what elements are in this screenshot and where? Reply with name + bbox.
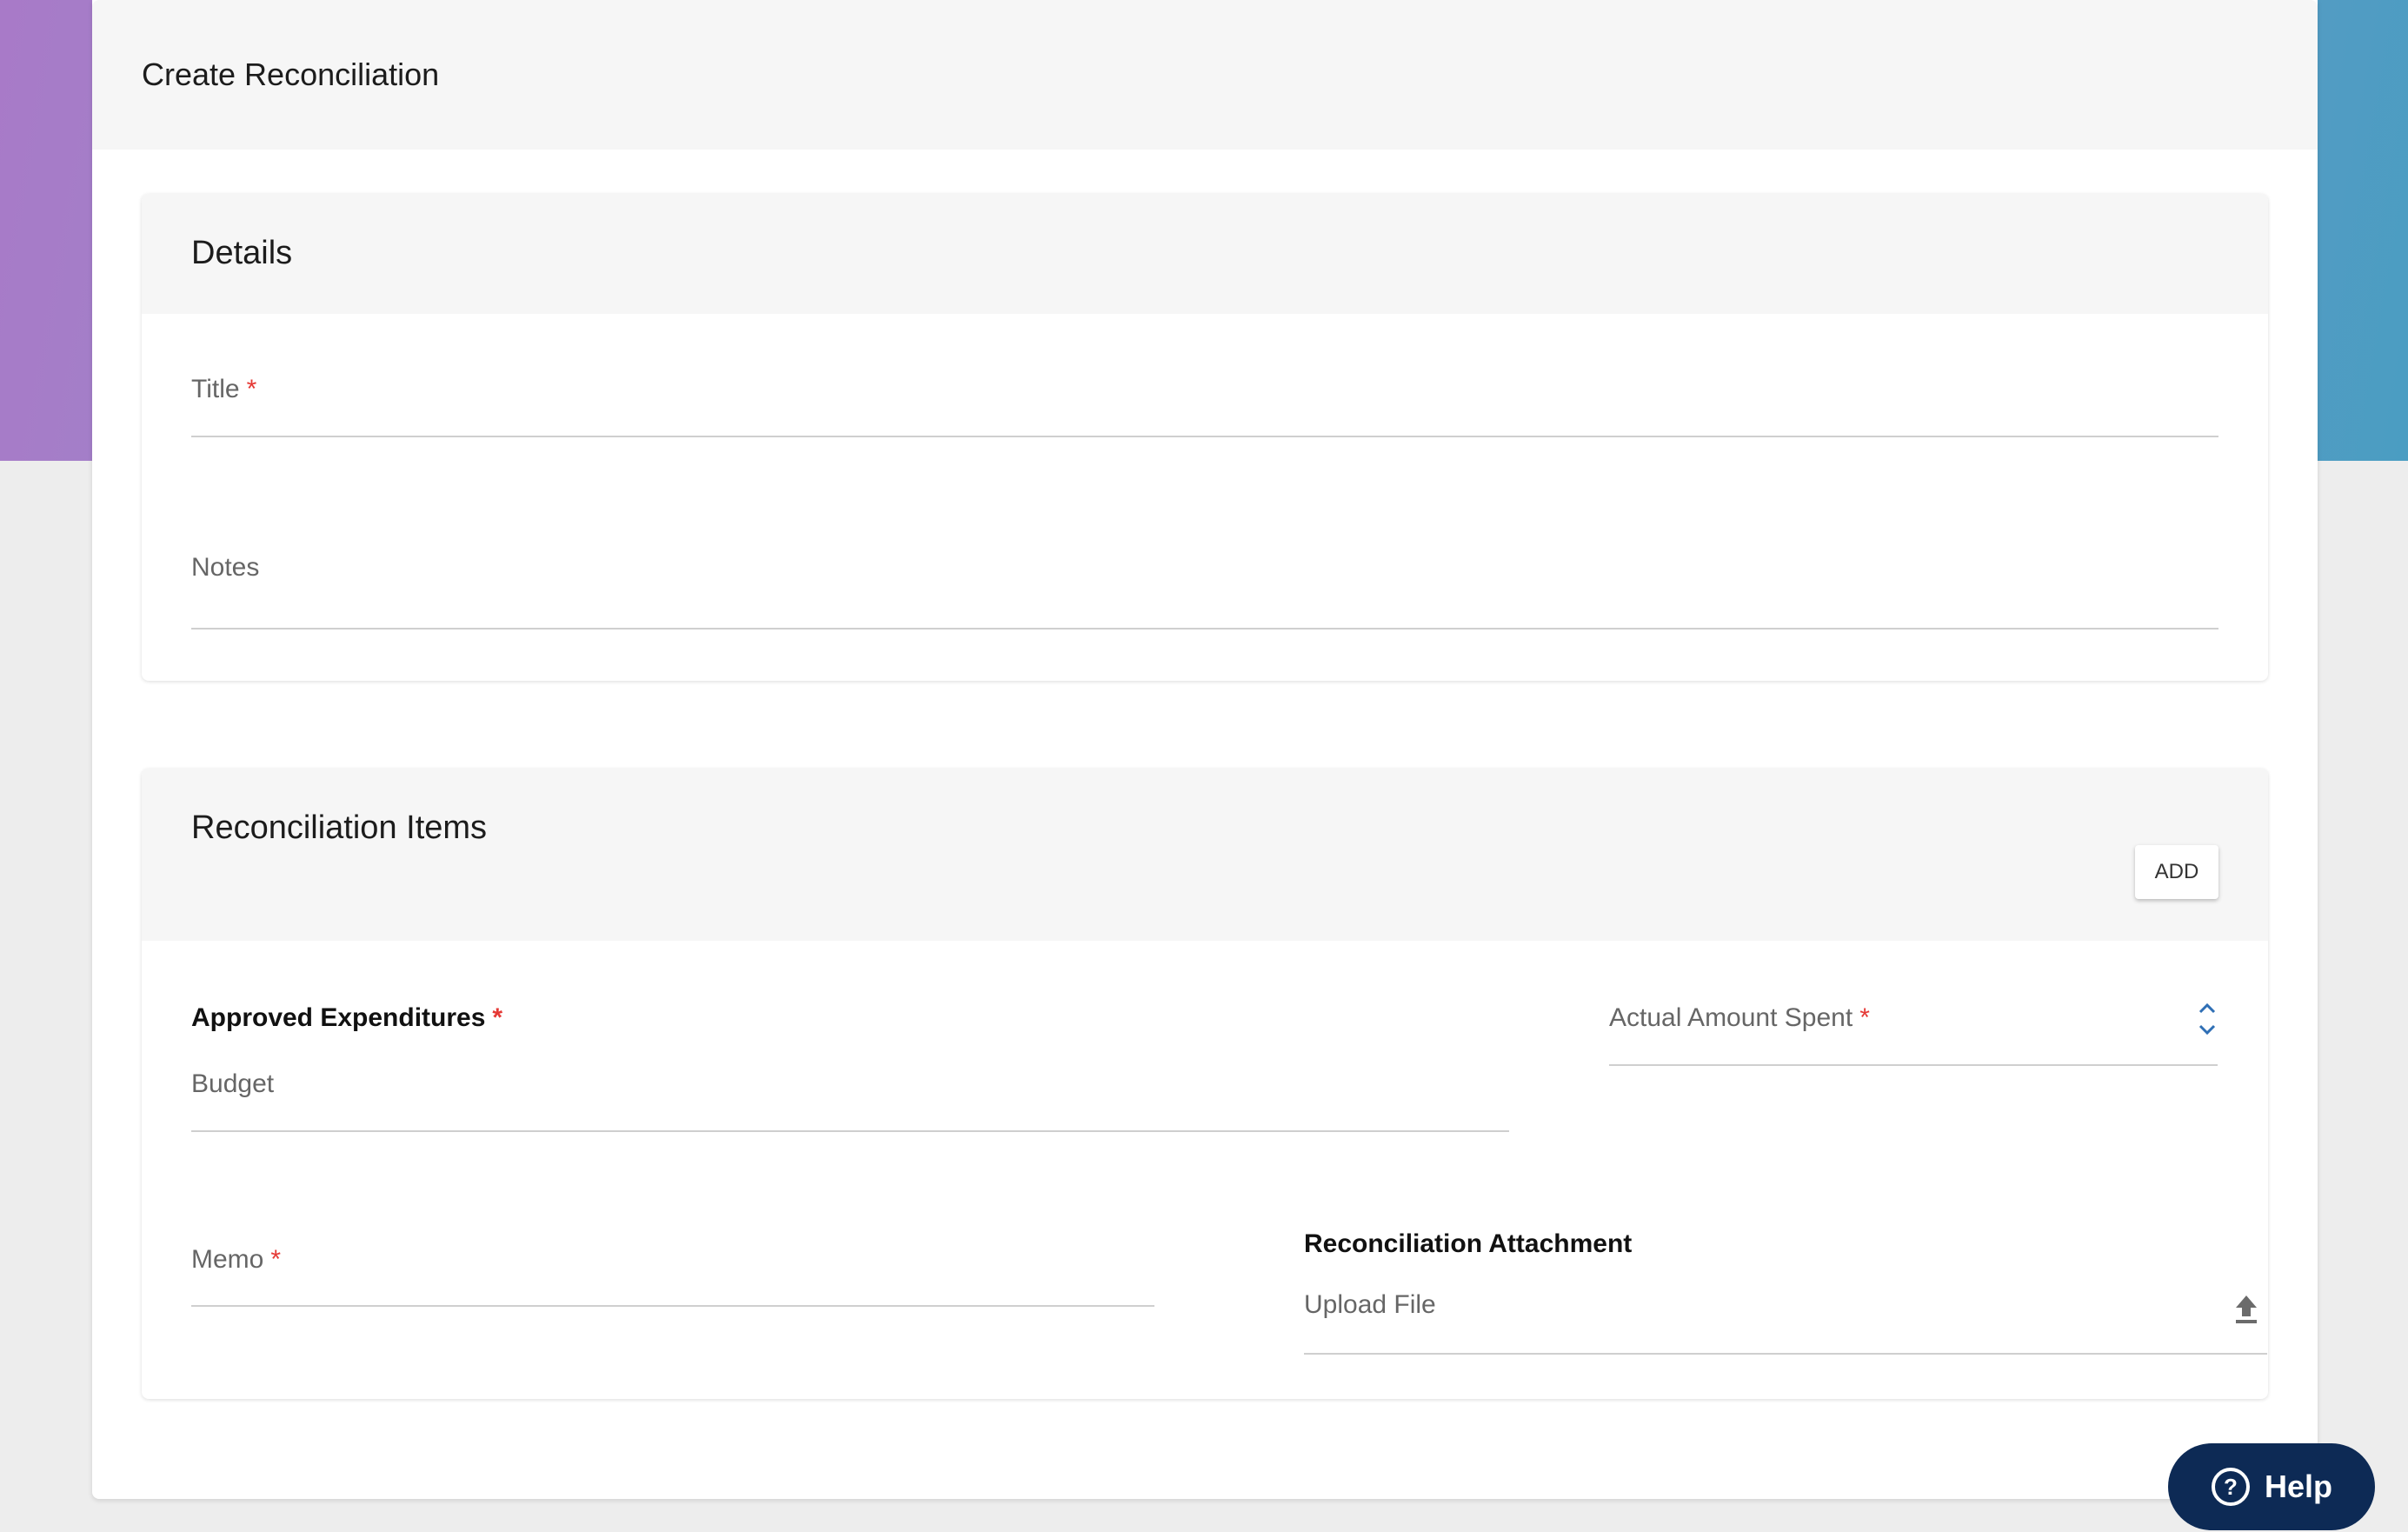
question-circle-icon: ? — [2211, 1467, 2251, 1507]
help-button[interactable]: ? Help — [2168, 1443, 2375, 1530]
budget-value: Budget — [191, 1069, 275, 1098]
required-mark: * — [246, 375, 257, 403]
details-header: Details — [142, 194, 2268, 314]
upload-icon[interactable] — [2232, 1294, 2260, 1325]
page-title: Create Reconciliation — [142, 57, 440, 92]
help-label: Help — [2264, 1469, 2332, 1504]
notes-underline — [191, 628, 2218, 629]
notes-label: Notes — [191, 553, 260, 582]
spinner-icon[interactable] — [2197, 1000, 2218, 1038]
memo-label-text: Memo — [191, 1245, 264, 1274]
items-heading: Reconciliation Items — [191, 809, 488, 846]
actual-amount-underline — [1609, 1064, 2218, 1066]
actual-amount-label: Actual Amount Spent * — [1609, 1003, 1870, 1033]
upload-file-field[interactable]: Upload File — [1304, 1282, 2267, 1360]
required-mark: * — [492, 1003, 503, 1032]
reconciliation-card: Create Reconciliation Details Title * Not… — [92, 0, 2318, 1499]
approved-expenditures-text: Approved Expenditures — [191, 1003, 486, 1032]
memo-underline — [191, 1305, 1154, 1307]
title-label: Title * — [191, 375, 256, 404]
svg-text:?: ? — [2224, 1474, 2238, 1500]
title-label-text: Title — [191, 375, 240, 403]
title-field[interactable]: Title * — [191, 368, 2218, 437]
memo-input[interactable]: Memo * — [191, 1238, 1154, 1316]
attachment-label: Reconciliation Attachment — [1304, 1229, 1633, 1258]
actual-amount-input[interactable]: Actual Amount Spent * — [1609, 995, 2218, 1073]
approved-expenditures-label: Approved Expenditures * — [191, 1003, 502, 1033]
title-underline — [191, 436, 2218, 437]
card-header: Create Reconciliation — [92, 0, 2318, 150]
required-mark: * — [1859, 1003, 1870, 1032]
notes-field[interactable]: Notes — [191, 546, 2218, 629]
required-mark: * — [270, 1245, 282, 1274]
actual-amount-text: Actual Amount Spent — [1609, 1003, 1853, 1032]
details-heading: Details — [191, 235, 293, 271]
upload-underline — [1304, 1353, 2267, 1355]
upload-placeholder: Upload File — [1304, 1290, 1436, 1319]
add-button[interactable]: ADD — [2135, 845, 2218, 899]
budget-select[interactable]: Budget — [191, 1056, 1509, 1134]
memo-label: Memo * — [191, 1245, 281, 1275]
details-section: Details Title * Notes — [142, 194, 2268, 681]
budget-underline — [191, 1130, 1509, 1132]
items-section: Reconciliation Items ADD Approved Expend… — [142, 769, 2268, 1399]
items-header: Reconciliation Items ADD — [142, 769, 2268, 941]
